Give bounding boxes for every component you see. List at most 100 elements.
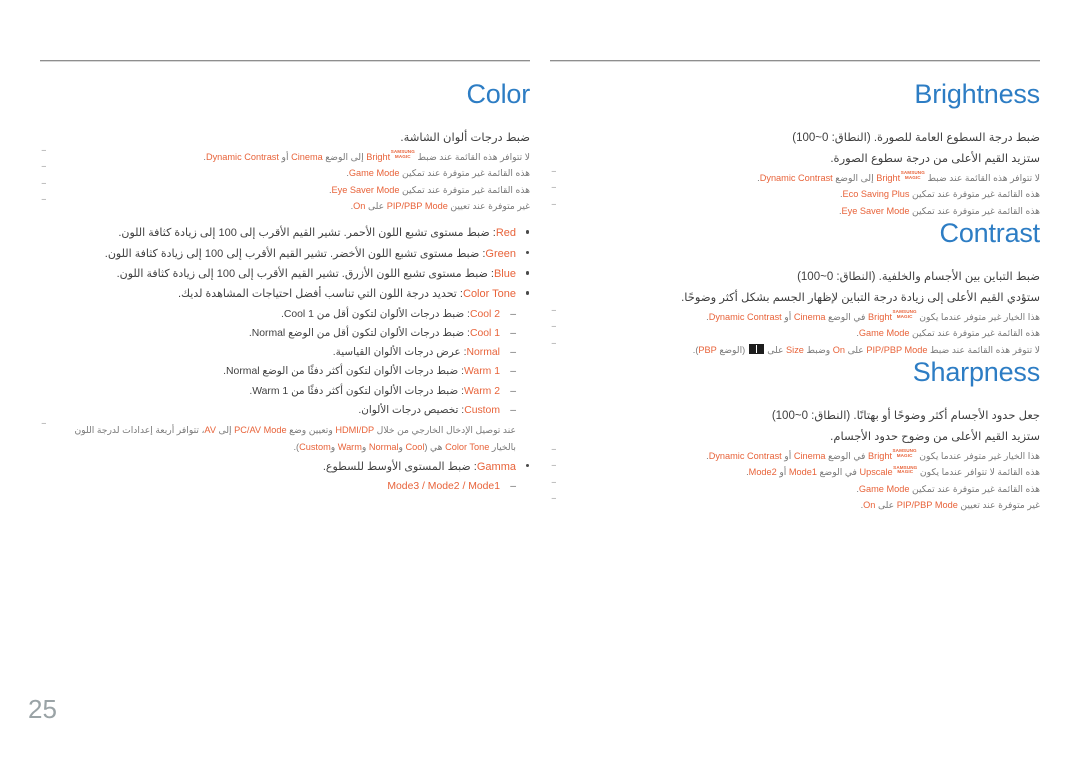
- setting-term: Color Tone: [463, 288, 516, 301]
- ui-term: On: [353, 200, 366, 211]
- ui-term: On: [832, 344, 846, 355]
- samsung-magic-logo: SAMSUNG MAGIC: [892, 309, 917, 319]
- ui-term: Dynamic Contrast: [205, 151, 279, 162]
- note-text: لا تتوافر هذه القائمة عند ضبط SAMSUNG MAG…: [757, 171, 1040, 183]
- ui-term: PC/AV Mode: [234, 425, 287, 436]
- setting-description: : تحديد درجة اللون التي تناسب أفضل احتيا…: [177, 288, 463, 301]
- gamma-options-list: – Mode3 / Mode2 / Mode1: [40, 477, 516, 496]
- note-text: لا تتوافر هذه القائمة عند ضبط SAMSUNG MAG…: [203, 150, 530, 162]
- list-item-gamma: Gamma: ضبط المستوى الأوسط للسطوع. – Mode…: [40, 457, 530, 497]
- ui-term: Normal: [368, 441, 399, 452]
- sub-item-warm2: – Warm 2: ضبط درجات الألوان لتكون أكثر د…: [40, 382, 516, 401]
- option-description: : ضبط درجات الألوان لتكون أقل من Cool 1.: [280, 308, 470, 320]
- ui-term: Cool: [405, 441, 425, 452]
- ui-term: Cinema: [793, 451, 826, 462]
- page-title-brightness: Brightness: [914, 79, 1040, 109]
- ui-term: Upscale: [859, 467, 893, 478]
- ui-term: Bright: [876, 172, 901, 183]
- sub-dash-icon: –: [510, 404, 516, 416]
- ui-term: PIP/PBP Mode: [896, 500, 958, 511]
- section-rule-right: [550, 60, 1040, 62]
- option-term: Mode3 / Mode2 / Mode1: [387, 481, 500, 493]
- ui-term: Eye Saver Mode: [331, 184, 400, 195]
- note-text: غير متوفرة عند تعيين PIP/PBP Mode على On…: [351, 201, 530, 211]
- note-text: هذه القائمة غير متوفرة عند تمكين Game Mo…: [346, 168, 530, 178]
- note-text: هذه القائمة غير متوفرة عند تمكين Game Mo…: [856, 484, 1040, 494]
- brightness-lead-1: ضبط درجة السطوع العامة للصورة. (النطاق: …: [792, 131, 1040, 144]
- note-dash-icon: ‾: [42, 423, 46, 436]
- bullet-dot-icon: [525, 230, 529, 234]
- bullet-dot-icon: [525, 291, 529, 295]
- setting-term: Gamma: [476, 460, 516, 473]
- note-dash-icon: ‾: [42, 198, 46, 211]
- sharpness-lead-1: جعل حدود الأجسام أكثر وضوحًا أو بهتانًا.…: [771, 409, 1040, 422]
- ui-term: PIP/PBP Mode: [386, 200, 448, 211]
- ui-term: Game Mode: [858, 328, 910, 339]
- note-dash-icon: ‾: [552, 481, 556, 494]
- samsung-magic-logo: SAMSUNG MAGIC: [892, 448, 917, 459]
- sub-item-warm1: – Warm 1: ضبط درجات الألوان لتكون أكثر د…: [40, 362, 516, 381]
- list-item-green: Green: ضبط مستوى تشبع اللون الأخضر. تشير…: [40, 244, 530, 264]
- sub-item-custom: – Custom: تخصيص درجات الألوان.: [40, 401, 516, 420]
- ui-term: Eye Saver Mode: [841, 205, 910, 216]
- note-row: ‾ هذه القائمة غير متوفرة عند تمكين Game …: [40, 165, 530, 181]
- option-description: : ضبط درجات الألوان لتكون أكثر دفئًا من …: [249, 385, 465, 397]
- note-text: عند توصيل الإدخال الخارجي من خلال HDMI/D…: [74, 425, 516, 451]
- column-color: Color ضبط درجات ألوان الشاشة. ‾ لا تتواف…: [40, 60, 530, 497]
- note-row: ‾ غير متوفرة عند تعيين PIP/PBP Mode على …: [550, 497, 1040, 513]
- setting-description: : ضبط مستوى تشبع اللون الأزرق. تشير القي…: [116, 268, 494, 280]
- bullet-dot-icon: [525, 271, 529, 275]
- list-item-color-tone: Color Tone: تحديد درجة اللون التي تناسب …: [40, 284, 530, 455]
- setting-term: Red: [495, 227, 516, 240]
- note-text: هذه القائمة غير متوفرة عند تمكين Eye Sav…: [839, 206, 1040, 216]
- sub-dash-icon: –: [510, 366, 516, 378]
- page-title-sharpness: Sharpness: [912, 357, 1040, 388]
- setting-description: : ضبط المستوى الأوسط للسطوع.: [322, 460, 477, 473]
- option-term: Cool 2: [469, 308, 500, 320]
- ui-term: AV: [204, 425, 216, 436]
- contrast-lead-1: ضبط التباين بين الأجسام والخلفية. (النطا…: [797, 270, 1040, 283]
- contrast-lead-2: ستؤدي القيم الأعلى إلى زيادة درجة التباي…: [681, 291, 1040, 304]
- ui-term: On: [863, 500, 876, 511]
- note-row: ‾ هذا الخيار غير متوفر عندما يكون SAMSUN…: [550, 448, 1040, 464]
- sub-item-cool2: – Cool 2: ضبط درجات الألوان لتكون أقل من…: [40, 305, 516, 324]
- note-text: هذه القائمة غير متوفرة عند تمكين Eco Sav…: [840, 189, 1040, 199]
- sub-dash-icon: –: [510, 347, 516, 359]
- note-dash-icon: ‾: [42, 166, 46, 179]
- ui-term: Bright: [868, 451, 893, 462]
- option-term: Warm 2: [464, 385, 500, 397]
- setting-term: Green: [485, 247, 516, 260]
- note-dash-icon: ‾: [552, 465, 556, 478]
- note-row: ‾ غير متوفرة عند تعيين PIP/PBP Mode على …: [40, 198, 530, 214]
- ui-term: Dynamic Contrast: [708, 451, 782, 462]
- note-text: هذه القائمة غير متوفرة عند تمكين Game Mo…: [856, 328, 1040, 338]
- option-term: Custom: [464, 404, 500, 416]
- note-dash-icon: ‾: [552, 326, 556, 339]
- ui-term: HDMI/DP: [335, 425, 375, 436]
- contrast-notes-list: ‾ هذا الخيار غير متوفر عندما يكون SAMSUN…: [550, 309, 1040, 358]
- note-dash-icon: ‾: [42, 182, 46, 195]
- sub-dash-icon: –: [510, 308, 516, 320]
- ui-term: Bright: [868, 312, 893, 322]
- color-tone-options-list: – Cool 2: ضبط درجات الألوان لتكون أقل من…: [40, 305, 516, 421]
- note-row: ‾ هذه القائمة غير متوفرة عند تمكين Game …: [550, 325, 1040, 341]
- sharpness-notes-list: ‾ هذا الخيار غير متوفر عندما يكون SAMSUN…: [550, 448, 1040, 514]
- setting-description: : ضبط مستوى تشبع اللون الأحمر. تشير القي…: [118, 227, 496, 240]
- option-description: : ضبط درجات الألوان لتكون أكثر دفئًا من …: [223, 366, 465, 378]
- ui-term: Game Mode: [858, 483, 910, 494]
- option-term: Normal: [466, 347, 501, 359]
- setting-term: Blue: [493, 268, 516, 280]
- ui-term: Cinema: [291, 151, 323, 162]
- note-row: ‾ لا تتوفر هذه القائمة عند ضبط PIP/PBP M…: [550, 342, 1040, 358]
- note-text: هذا الخيار غير متوفر عندما يكون SAMSUNG M…: [706, 448, 1040, 462]
- note-row: ‾ هذه القائمة لا تتوافر عندما يكون SAMSU…: [550, 464, 1040, 480]
- bullet-dot-icon: [525, 463, 529, 468]
- sub-dash-icon: –: [510, 385, 516, 397]
- sub-item-normal: – Normal: عرض درجات الألوان القياسية.: [40, 343, 516, 362]
- bullet-dot-icon: [525, 250, 529, 255]
- page-title-contrast: Contrast: [939, 218, 1041, 249]
- ui-term: Dynamic Contrast: [708, 312, 782, 322]
- ui-term: Bright: [366, 151, 391, 162]
- list-item-blue: Blue: ضبط مستوى تشبع اللون الأزرق. تشير …: [40, 264, 530, 284]
- sharpness-lead-2: ستزيد القيم الأعلى من وضوح حدود الأجسام.: [830, 430, 1040, 443]
